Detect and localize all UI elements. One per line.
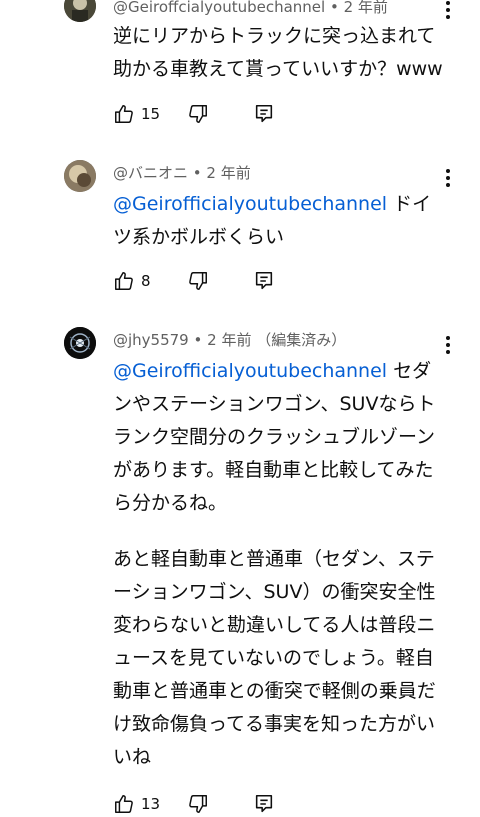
comment-meta: @Geiroffcialyoutubechannel • 2 年前: [113, 0, 388, 17]
comment-time[interactable]: 2 年前: [344, 0, 388, 16]
reply-icon: [255, 104, 273, 123]
avatar[interactable]: [64, 160, 96, 192]
more-vert-icon[interactable]: [436, 333, 460, 357]
edited-label: （編集済み）: [256, 331, 347, 349]
reply-icon: [255, 794, 273, 813]
dislike-button[interactable]: [187, 793, 209, 815]
mention-link[interactable]: @Geirofficialyoutubechannel: [113, 360, 387, 382]
thumb-up-icon: [115, 105, 133, 123]
like-button[interactable]: 8: [113, 270, 151, 292]
mention-link[interactable]: @Geirofficialyoutubechannel: [113, 193, 387, 215]
thumb-down-icon: [189, 272, 207, 290]
reply-button[interactable]: [253, 793, 275, 815]
thumb-up-icon: [115, 272, 133, 290]
more-vert-icon[interactable]: [436, 166, 460, 190]
comment-body: 逆にリアからトラックに突っ込まれて助かる車教えて貰っていいすか？www: [113, 25, 443, 80]
reply-button[interactable]: [253, 103, 275, 125]
comment-text-paragraph-2: あと軽自動車と普通車（セダン、ステーションワゴン、SUV）の衝突安全性変わらない…: [113, 543, 443, 774]
separator-dot: •: [329, 0, 344, 16]
dislike-button[interactable]: [187, 103, 209, 125]
more-vert-icon[interactable]: [436, 0, 460, 22]
reply-button[interactable]: [253, 270, 275, 292]
like-button[interactable]: 13: [113, 793, 160, 815]
author-name[interactable]: @バニオニ: [113, 164, 188, 182]
reply-icon: [255, 271, 273, 290]
comment-actions: 15: [113, 103, 313, 127]
dislike-button[interactable]: [187, 270, 209, 292]
avatar-image: [64, 0, 96, 22]
comment-body: セダンやステーションワゴン、SUVならトランク空間分のクラッシュブルゾーンがあり…: [113, 360, 436, 514]
like-count: 13: [141, 795, 161, 813]
author-name[interactable]: @Geiroffcialyoutubechannel: [113, 0, 325, 16]
separator-dot: •: [192, 164, 207, 182]
comment-meta: @jhy5579 • 2 年前 （編集済み）: [113, 329, 346, 350]
like-button[interactable]: 15: [113, 103, 160, 125]
like-count: 8: [141, 272, 151, 290]
comment-text: @Geirofficialyoutubechannel ドイツ系かボルボくらい: [113, 188, 443, 254]
thumb-up-icon: [115, 795, 133, 813]
avatar-image: [64, 160, 96, 192]
thumb-down-icon: [189, 105, 207, 123]
avatar-image: [64, 327, 96, 359]
avatar[interactable]: [64, 327, 96, 359]
author-name[interactable]: @jhy5579: [113, 331, 189, 349]
comment-time[interactable]: 2 年前: [207, 331, 251, 349]
comment-body: あと軽自動車と普通車（セダン、ステーションワゴン、SUV）の衝突安全性変わらない…: [113, 548, 436, 768]
comment-time[interactable]: 2 年前: [206, 164, 250, 182]
thumb-down-icon: [189, 795, 207, 813]
comment-actions: 8: [113, 270, 313, 294]
separator-dot: •: [193, 331, 208, 349]
comment-actions: 13: [113, 793, 313, 817]
comment-text: @Geirofficialyoutubechannel セダンやステーションワゴン…: [113, 355, 443, 520]
comment-text: 逆にリアからトラックに突っ込まれて助かる車教えて貰っていいすか？www: [113, 20, 443, 86]
avatar[interactable]: [64, 0, 96, 22]
like-count: 15: [141, 105, 161, 123]
comment-meta: @バニオニ • 2 年前: [113, 162, 251, 183]
